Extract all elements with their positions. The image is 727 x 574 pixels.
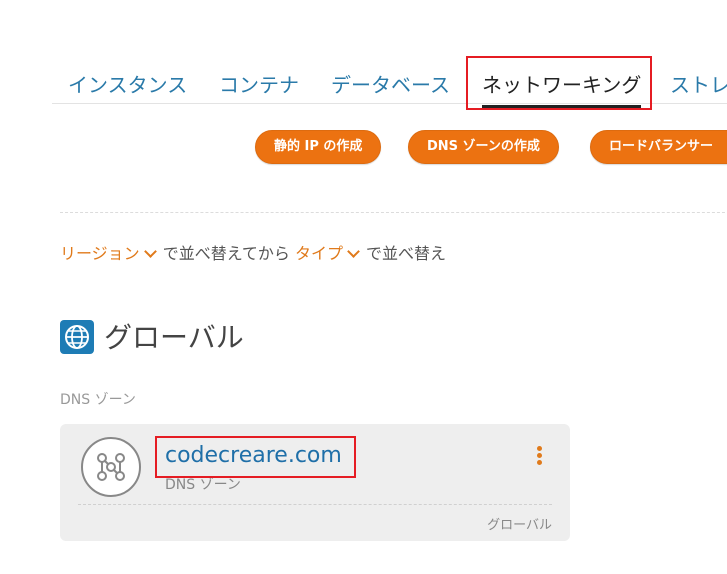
active-tab-underline — [482, 105, 642, 108]
dns-zone-type-label: DNS ゾーン — [165, 477, 241, 493]
dns-zone-card[interactable]: codecreare.com DNS ゾーン グローバル — [60, 424, 570, 541]
sort-type-dropdown[interactable]: タイプ — [295, 244, 366, 263]
sort-text-sort: で並べ替え — [366, 244, 447, 263]
tab-storage[interactable]: ストレ — [670, 69, 727, 98]
globe-icon — [60, 320, 94, 354]
sort-region-dropdown[interactable]: リージョン — [60, 244, 163, 263]
tab-networking-label: ネットワーキング — [482, 73, 642, 97]
tab-databases[interactable]: データベース — [331, 69, 450, 98]
create-load-balancer-button[interactable]: ロードバランサー — [590, 130, 727, 164]
chevron-down-icon — [347, 245, 360, 258]
chevron-down-icon — [143, 245, 157, 258]
dns-zone-region-label: グローバル — [487, 518, 552, 533]
sort-bar: リージョン で並べ替えてから タイプ で並べ替え — [60, 240, 446, 264]
dns-zone-icon — [81, 437, 141, 497]
sort-type-label: タイプ — [294, 244, 343, 263]
tab-instances[interactable]: インスタンス — [68, 69, 187, 98]
sort-region-label: リージョン — [60, 244, 140, 263]
card-divider — [78, 504, 552, 505]
create-static-ip-button[interactable]: 静的 IP の作成 — [255, 130, 382, 164]
dns-zone-name-link[interactable]: codecreare.com — [165, 443, 342, 468]
actions-divider — [60, 212, 727, 213]
group-label-dns-zones: DNS ゾーン — [60, 392, 136, 408]
sort-text-then: で並べ替えてから — [162, 244, 290, 263]
more-vertical-icon[interactable] — [534, 444, 546, 468]
tab-networking[interactable]: ネットワーキング — [482, 69, 642, 108]
tab-containers[interactable]: コンテナ — [219, 69, 299, 98]
create-dns-zone-button[interactable]: DNS ゾーンの作成 — [408, 130, 559, 164]
top-tab-bar: インスタンス コンテナ データベース ネットワーキング ストレ — [52, 55, 727, 108]
section-title-global: グローバル — [104, 321, 244, 354]
